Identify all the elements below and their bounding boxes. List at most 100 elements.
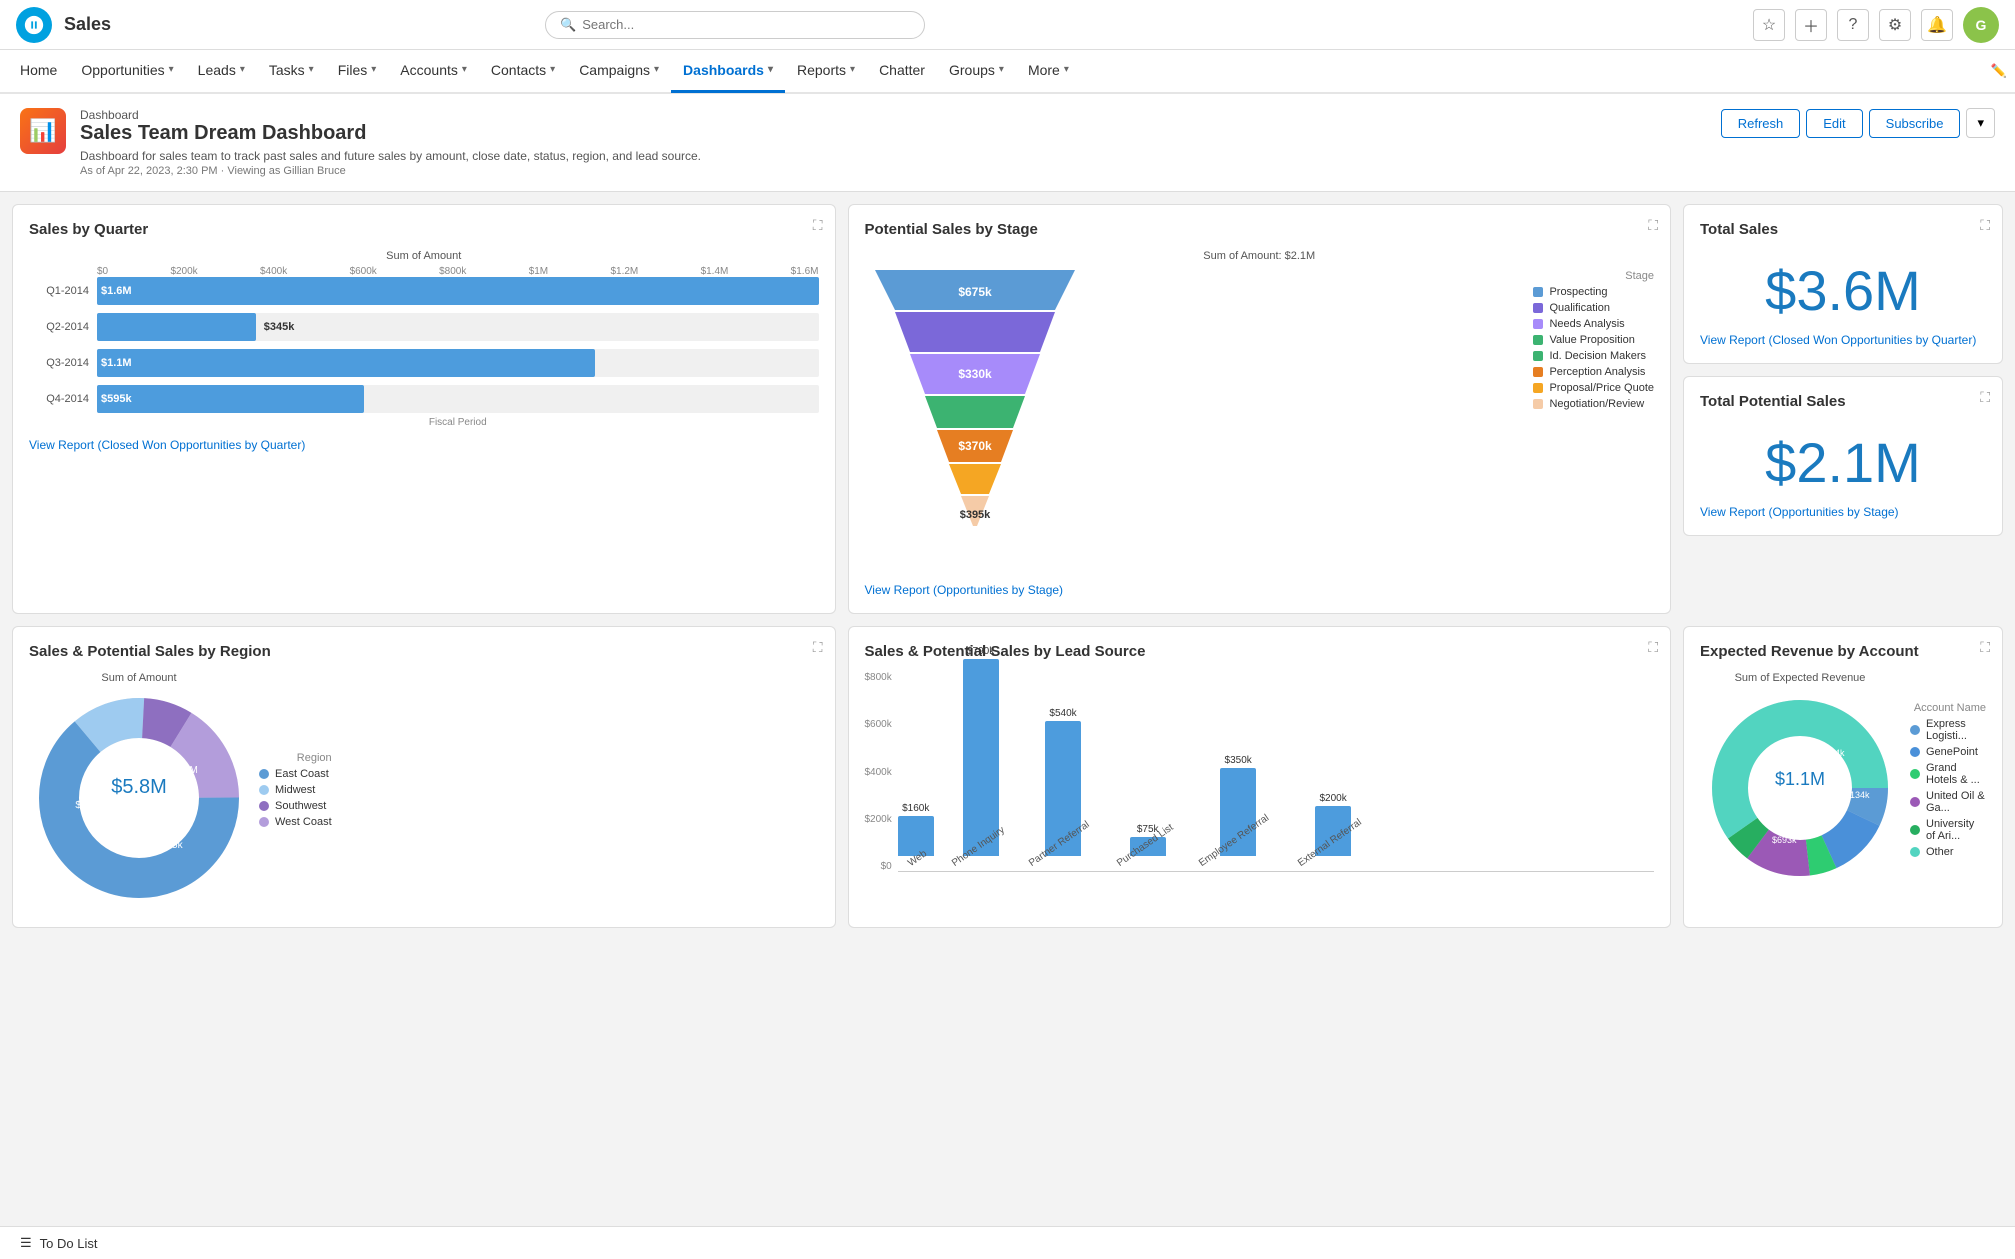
main-content: Sales by Quarter ⛶ Sum of Amount $0$200k… <box>0 192 2015 940</box>
dashboard-title-area: Dashboard Sales Team Dream Dashboard Das… <box>80 108 701 177</box>
svg-text:$695k: $695k <box>155 840 183 851</box>
sales-by-quarter-title: Sales by Quarter <box>29 221 819 238</box>
chevron-down-icon: ▾ <box>850 64 855 75</box>
sales-by-region-title: Sales & Potential Sales by Region <box>29 643 819 660</box>
sidebar-item-home[interactable]: Home <box>8 49 69 93</box>
nav-edit-icon[interactable]: ✏️ <box>1991 63 2007 79</box>
sf-logo[interactable] <box>16 7 52 43</box>
dashboard-description: Dashboard for sales team to track past s… <box>80 149 701 163</box>
list-item: Value Proposition <box>1533 334 1654 346</box>
total-potential-sales-card: Total Potential Sales ⛶ $2.1M View Repor… <box>1683 376 2003 536</box>
bar-chart-subtitle: Sum of Amount <box>29 250 819 262</box>
svg-text:$124k: $124k <box>1820 748 1845 758</box>
list-item: University of Ari... <box>1910 818 1986 842</box>
list-item: East Coast <box>259 768 332 780</box>
search-icon: 🔍 <box>560 17 576 33</box>
sidebar-item-chatter[interactable]: Chatter <box>867 49 937 93</box>
svg-text:$693k: $693k <box>1772 835 1797 845</box>
funnel-container: $675k $330k $370k $395k Stage Prospectin… <box>865 270 1655 573</box>
svg-text:$395k: $395k <box>959 509 990 521</box>
help-button[interactable]: ? <box>1837 9 1869 41</box>
svg-text:$460k: $460k <box>100 750 128 761</box>
expand-icon[interactable]: ⛶ <box>1980 217 1990 234</box>
sidebar-item-dashboards[interactable]: Dashboards ▾ <box>671 49 785 93</box>
axis-labels: $0$200k$400k$600k$800k$1M$1.2M$1.4M$1.6M <box>29 266 819 277</box>
funnel-legend: Stage Prospecting Qualification Needs An… <box>1533 270 1654 414</box>
subscribe-button[interactable]: Subscribe <box>1869 109 1961 138</box>
chevron-down-icon: ▾ <box>309 64 314 75</box>
chevron-down-icon: ▾ <box>240 64 245 75</box>
sales-by-quarter-card: Sales by Quarter ⛶ Sum of Amount $0$200k… <box>12 204 836 614</box>
svg-text:$134k: $134k <box>1845 790 1870 800</box>
sidebar-item-contacts[interactable]: Contacts ▾ <box>479 49 567 93</box>
top-bar: Sales 🔍 ☆ ＋ ? ⚙ 🔔 G <box>0 0 2015 50</box>
revenue-donut: Sum of Expected Revenue $1.1M <box>1700 672 1900 891</box>
total-sales-title: Total Sales <box>1700 221 1986 238</box>
favorites-button[interactable]: ☆ <box>1753 9 1785 41</box>
revenue-donut-container: Sum of Expected Revenue $1.1M <box>1700 672 1986 891</box>
total-sales-link[interactable]: View Report (Closed Won Opportunities by… <box>1700 333 1986 347</box>
svg-text:$75k: $75k <box>1768 752 1788 762</box>
refresh-button[interactable]: Refresh <box>1721 109 1801 138</box>
bar-chart-rows: Q1-2014 $1.6M Q2-2014 $345k Q3-2014 $1.1… <box>29 277 819 413</box>
list-item: United Oil & Ga... <box>1910 790 1986 814</box>
bar-external: $200k External Referral <box>1296 793 1371 871</box>
search-bar[interactable]: 🔍 <box>545 11 925 39</box>
revenue-subtitle: Sum of Expected Revenue <box>1700 672 1900 684</box>
svg-text:$5.8M: $5.8M <box>111 776 167 798</box>
sidebar-item-reports[interactable]: Reports ▾ <box>785 49 867 93</box>
svg-text:$675k: $675k <box>958 285 992 299</box>
settings-button[interactable]: ⚙ <box>1879 9 1911 41</box>
total-potential-title: Total Potential Sales <box>1700 393 1986 410</box>
table-row: Q4-2014 $595k <box>29 385 819 413</box>
account-legend: Account Name Express Logisti... GenePoin… <box>1910 702 1986 862</box>
sidebar-item-groups[interactable]: Groups ▾ <box>937 49 1016 93</box>
view-report-link[interactable]: View Report (Opportunities by Stage) <box>865 583 1655 597</box>
bar-web: $160k Web <box>898 803 934 871</box>
right-column: Total Sales ⛶ $3.6M View Report (Closed … <box>1683 204 2003 614</box>
svg-text:$330k: $330k <box>958 367 992 381</box>
search-input[interactable] <box>582 17 910 32</box>
expand-icon[interactable]: ⛶ <box>1648 217 1658 234</box>
todo-bar[interactable]: ☰ To Do List <box>0 1226 2015 1259</box>
edit-button[interactable]: Edit <box>1806 109 1862 138</box>
sidebar-item-accounts[interactable]: Accounts ▾ <box>388 49 479 93</box>
add-button[interactable]: ＋ <box>1795 9 1827 41</box>
top-icons: ☆ ＋ ? ⚙ 🔔 G <box>1753 7 1999 43</box>
sidebar-item-campaigns[interactable]: Campaigns ▾ <box>567 49 671 93</box>
sidebar-item-opportunities[interactable]: Opportunities ▾ <box>69 49 185 93</box>
potential-sales-card: Potential Sales by Stage ⛶ Sum of Amount… <box>848 204 1672 614</box>
view-report-link[interactable]: View Report (Closed Won Opportunities by… <box>29 438 819 452</box>
bar-phone: $790k Phone Inquiry <box>950 646 1012 871</box>
chevron-down-icon: ▾ <box>768 64 773 75</box>
notifications-button[interactable]: 🔔 <box>1921 9 1953 41</box>
sidebar-item-files[interactable]: Files ▾ <box>326 49 389 93</box>
breadcrumb: Dashboard <box>80 108 701 122</box>
app-name: Sales <box>64 14 111 35</box>
page-title: Sales Team Dream Dashboard <box>80 122 701 145</box>
actions-caret-button[interactable]: ▾ <box>1966 108 1995 138</box>
dashboard-timestamp: As of Apr 22, 2023, 2:30 PM · Viewing as… <box>80 165 701 177</box>
header-actions: Refresh Edit Subscribe ▾ <box>1721 108 1995 138</box>
expand-icon[interactable]: ⛶ <box>1980 639 1990 656</box>
expand-icon[interactable]: ⛶ <box>813 639 823 656</box>
expand-icon[interactable]: ⛶ <box>1648 639 1658 656</box>
total-potential-link[interactable]: View Report (Opportunities by Stage) <box>1700 505 1986 519</box>
svg-text:$1.1M: $1.1M <box>1775 769 1825 789</box>
list-item: Prospecting <box>1533 286 1654 298</box>
list-item: West Coast <box>259 816 332 828</box>
list-item: Grand Hotels & ... <box>1910 762 1986 786</box>
table-row: Q2-2014 $345k <box>29 313 819 341</box>
donut-subtitle: Sum of Amount <box>29 672 249 684</box>
sidebar-item-leads[interactable]: Leads ▾ <box>186 49 257 93</box>
funnel-svg: $675k $330k $370k $395k <box>865 270 1522 573</box>
dashboard-header-left: 📊 Dashboard Sales Team Dream Dashboard D… <box>20 108 701 177</box>
chevron-down-icon: ▾ <box>550 64 555 75</box>
avatar[interactable]: G <box>1963 7 1999 43</box>
sales-by-region-card: Sales & Potential Sales by Region ⛶ Sum … <box>12 626 836 928</box>
expand-icon[interactable]: ⛶ <box>1980 389 1990 406</box>
expand-icon[interactable]: ⛶ <box>813 217 823 234</box>
sidebar-item-tasks[interactable]: Tasks ▾ <box>257 49 326 93</box>
sales-by-lead-source-card: Sales & Potential Sales by Lead Source ⛶… <box>848 626 1672 928</box>
sidebar-item-more[interactable]: More ▾ <box>1016 49 1081 93</box>
